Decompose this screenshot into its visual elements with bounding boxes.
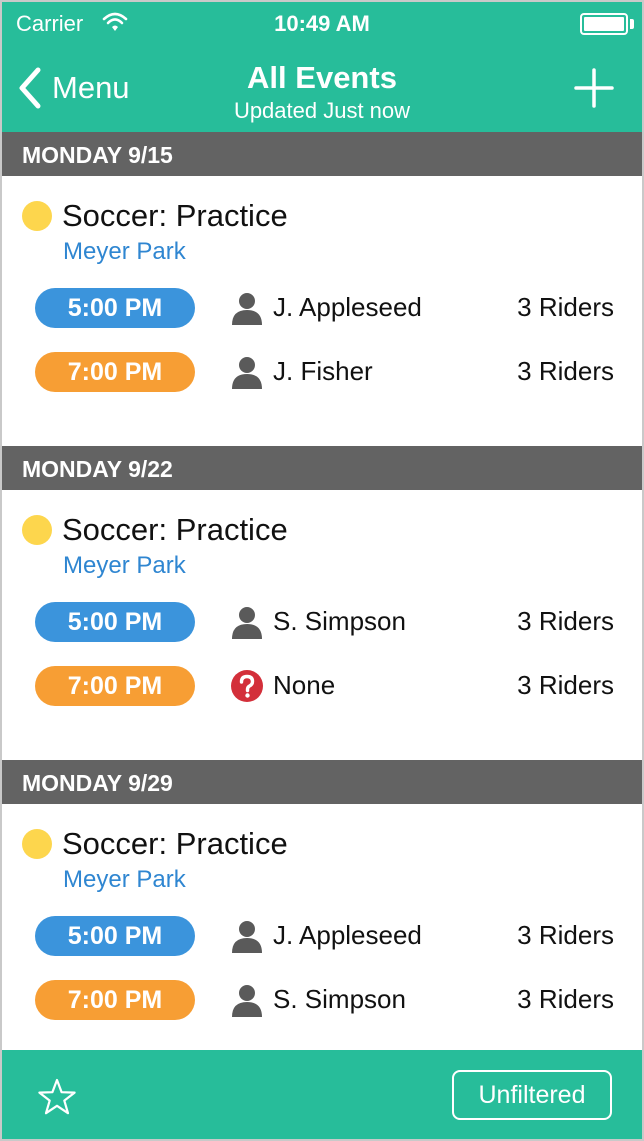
ride-row[interactable]: 7:00 PM None 3 Riders [2,666,642,706]
status-bar: Carrier 10:49 AM [2,2,642,46]
event-location-link[interactable]: Meyer Park [63,238,186,266]
event-dot-icon [22,201,52,231]
event-dot-icon [22,829,52,859]
ride-row[interactable]: 5:00 PM S. Simpson 3 Riders [2,602,642,642]
driver-name: S. Simpson [273,984,406,1014]
footer-toolbar: Unfiltered [2,1050,642,1139]
time-pill[interactable]: 7:00 PM [35,666,195,706]
event-dot-icon [22,515,52,545]
day-header: MONDAY 9/22 [2,446,642,490]
ride-row[interactable]: 5:00 PM J. Appleseed 3 Riders [2,288,642,328]
driver-name: J. Fisher [273,356,373,386]
event-title-row[interactable]: Soccer: Practice [22,824,288,864]
riders-count: 3 Riders [517,606,614,636]
riders-count: 3 Riders [517,292,614,322]
driver-name: S. Simpson [273,606,406,636]
driver-name: J. Appleseed [273,920,422,950]
riders-count: 3 Riders [517,984,614,1014]
driver-name: J. Appleseed [273,292,422,322]
app-frame: Carrier 10:49 AM Menu All Events Updated… [0,0,644,1141]
events-list: MONDAY 9/15 Soccer: Practice Meyer Park … [2,132,642,1050]
star-icon[interactable] [36,1077,78,1119]
time-pill[interactable]: 5:00 PM [35,916,195,956]
time-pill[interactable]: 5:00 PM [35,288,195,328]
day-header: MONDAY 9/15 [2,132,642,176]
time-pill[interactable]: 5:00 PM [35,602,195,642]
page-subtitle: Updated Just now [233,98,411,123]
header: Carrier 10:49 AM Menu All Events Updated… [2,2,642,132]
ride-row[interactable]: 7:00 PM J. Fisher 3 Riders [2,352,642,392]
event-title: Soccer: Practice [62,512,288,547]
event-title-row[interactable]: Soccer: Practice [22,196,288,236]
status-time: 10:49 AM [274,11,370,36]
person-icon [232,607,262,639]
event-location-link[interactable]: Meyer Park [63,866,186,894]
riders-count: 3 Riders [517,670,614,700]
ride-row[interactable]: 7:00 PM S. Simpson 3 Riders [2,980,642,1020]
ride-row[interactable]: 5:00 PM J. Appleseed 3 Riders [2,916,642,956]
event-title-row[interactable]: Soccer: Practice [22,510,288,550]
day-section: Soccer: Practice Meyer Park 5:00 PM J. A… [2,804,642,1050]
riders-count: 3 Riders [517,356,614,386]
battery-icon [580,13,628,35]
question-icon [231,670,263,702]
day-section: Soccer: Practice Meyer Park 5:00 PM S. S… [2,490,642,760]
event-title: Soccer: Practice [62,826,288,861]
person-icon [232,357,262,389]
time-pill[interactable]: 7:00 PM [35,980,195,1020]
person-icon [232,293,262,325]
day-section: Soccer: Practice Meyer Park 5:00 PM J. A… [2,176,642,446]
person-icon [232,985,262,1017]
filter-button[interactable]: Unfiltered [452,1070,612,1120]
event-title: Soccer: Practice [62,198,288,233]
person-icon [232,921,262,953]
page-title: All Events [247,60,397,95]
plus-icon[interactable] [570,64,618,112]
event-location-link[interactable]: Meyer Park [63,552,186,580]
day-header: MONDAY 9/29 [2,760,642,804]
time-pill[interactable]: 7:00 PM [35,352,195,392]
riders-count: 3 Riders [517,920,614,950]
driver-name: None [273,670,336,700]
battery-tip [630,19,634,29]
